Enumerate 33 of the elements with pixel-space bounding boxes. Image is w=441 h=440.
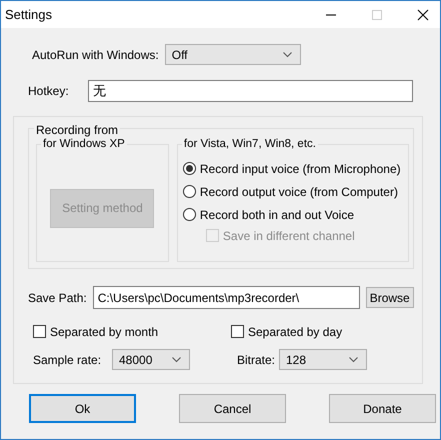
chevron-icon bbox=[349, 356, 358, 362]
close-icon[interactable] bbox=[417, 8, 429, 20]
radio-button[interactable] bbox=[182, 208, 196, 221]
dialog-button[interactable]: Cancel bbox=[179, 394, 286, 423]
checkbox-label: Save in different channel bbox=[222, 228, 355, 242]
group-title: Recording from bbox=[34, 123, 120, 137]
radio-button[interactable] bbox=[182, 162, 196, 175]
radio-label: Record input voice (from Microphone) bbox=[200, 162, 401, 176]
save-path-field[interactable]: C:\Users\pc\Documents\mp3recorder\ bbox=[92, 286, 360, 309]
browse-button[interactable]: Browse bbox=[366, 287, 414, 308]
group-title: for Vista, Win7, Win8, etc. bbox=[182, 138, 318, 150]
group-title: for Windows XP bbox=[41, 138, 127, 150]
chevron-icon bbox=[172, 356, 181, 362]
checkbox[interactable] bbox=[231, 325, 244, 338]
bitrate-label: Bitrate: bbox=[237, 352, 276, 366]
autorun-label: AutoRun with Windows: bbox=[32, 48, 159, 62]
dialog-button[interactable]: Donate bbox=[329, 394, 436, 423]
hotkey-field[interactable]: 无 bbox=[88, 80, 413, 102]
dialog-button[interactable]: Ok bbox=[29, 394, 136, 423]
radio-label: Record both in and out Voice bbox=[200, 208, 354, 222]
checkbox[interactable] bbox=[33, 325, 46, 338]
sample-rate-label: Sample rate: bbox=[33, 352, 102, 366]
bitrate-dropdown[interactable]: 128 bbox=[279, 349, 367, 370]
autorun-dropdown[interactable]: Off bbox=[164, 44, 301, 65]
window-title: Settings bbox=[5, 7, 52, 22]
sample-rate-dropdown[interactable]: 48000 bbox=[112, 349, 190, 370]
hotkey-label: Hotkey: bbox=[28, 84, 70, 98]
radio-label: Record output voice (from Computer) bbox=[200, 184, 398, 198]
checkbox-label: Separated by month bbox=[50, 324, 158, 338]
save-path-label: Save Path: bbox=[28, 290, 87, 304]
radio-button[interactable] bbox=[182, 185, 196, 198]
chevron-icon bbox=[282, 52, 292, 58]
checkbox-label: Separated by day bbox=[248, 324, 342, 338]
